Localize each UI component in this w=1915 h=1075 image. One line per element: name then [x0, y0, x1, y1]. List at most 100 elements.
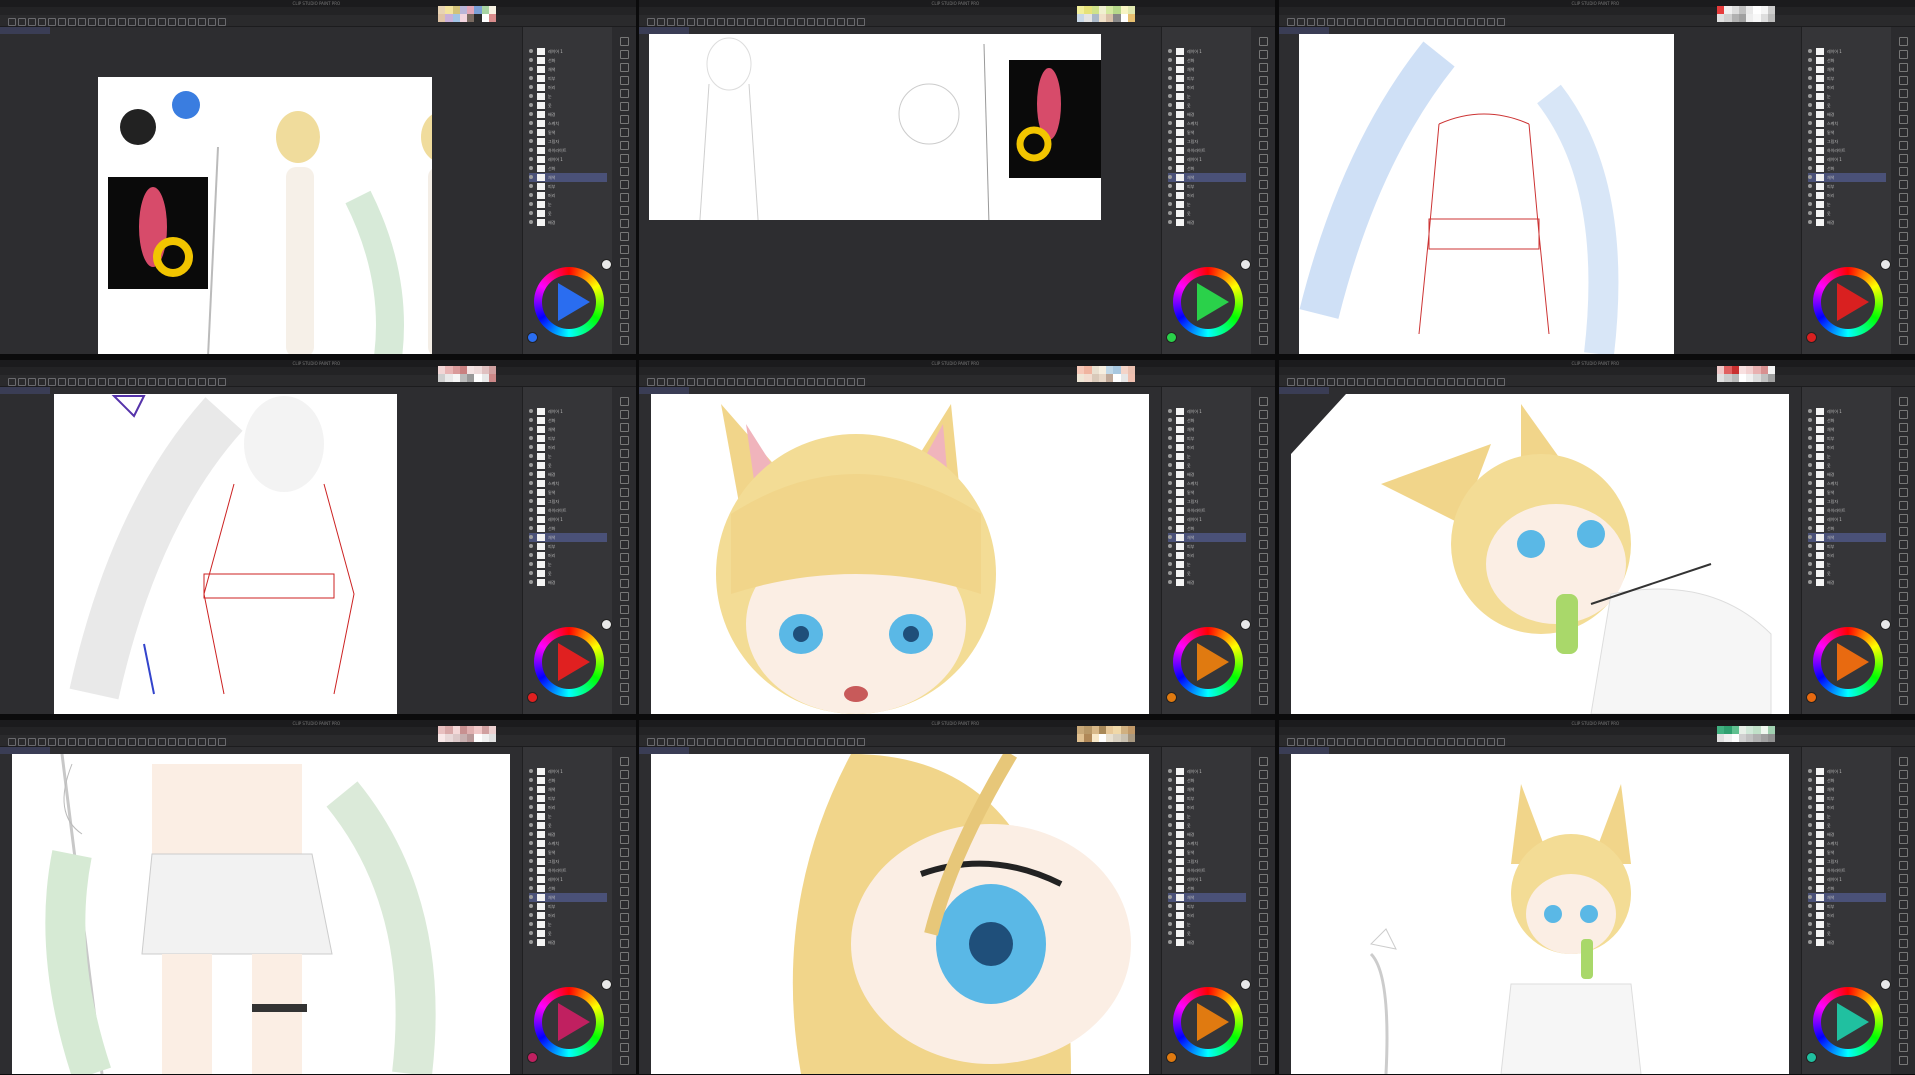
tool-icon[interactable] [1899, 1004, 1908, 1013]
command-icon[interactable] [1397, 18, 1405, 26]
command-icon[interactable] [118, 738, 126, 746]
visibility-eye-icon[interactable] [1808, 499, 1812, 503]
layer-row[interactable]: 선화 [1168, 524, 1246, 533]
command-icon[interactable] [88, 378, 96, 386]
command-icon[interactable] [1487, 18, 1495, 26]
color-swatch[interactable] [1760, 726, 1768, 734]
color-swatch[interactable] [1127, 374, 1135, 382]
layer-row[interactable]: 선화 [1168, 416, 1246, 425]
color-swatch[interactable] [445, 374, 453, 382]
layer-row[interactable]: 옷 [529, 209, 607, 218]
command-icon[interactable] [18, 18, 26, 26]
command-icon[interactable] [1317, 378, 1325, 386]
color-swatch[interactable] [459, 6, 467, 14]
tool-icon[interactable] [620, 939, 629, 948]
command-icon[interactable] [667, 738, 675, 746]
canvas-area[interactable] [639, 750, 1161, 1074]
tool-icon[interactable] [1899, 258, 1908, 267]
color-swatch[interactable] [1746, 6, 1754, 14]
command-icon[interactable] [737, 378, 745, 386]
color-swatch[interactable] [488, 726, 496, 734]
layer-row[interactable]: 배경 [529, 218, 607, 227]
color-set-palette[interactable] [1717, 366, 1775, 382]
layer-row[interactable]: 머리 [1168, 83, 1246, 92]
tool-icon[interactable] [1259, 245, 1268, 254]
command-icon[interactable] [18, 738, 26, 746]
layer-row[interactable]: 스케치 [529, 119, 607, 128]
color-swatch[interactable] [1098, 726, 1106, 734]
command-icon[interactable] [837, 18, 845, 26]
tool-icon[interactable] [1899, 887, 1908, 896]
color-swatch[interactable] [1120, 6, 1128, 14]
color-swatch[interactable] [1724, 6, 1732, 14]
tool-icon[interactable] [620, 76, 629, 85]
visibility-eye-icon[interactable] [1808, 841, 1812, 845]
layer-row[interactable]: 레이어 1 [529, 407, 607, 416]
visibility-eye-icon[interactable] [1808, 463, 1812, 467]
color-swatch[interactable] [1738, 734, 1746, 742]
hue-ring[interactable] [1813, 987, 1883, 1057]
layer-row[interactable]: 옷 [1808, 569, 1886, 578]
hue-ring[interactable] [1813, 627, 1883, 697]
canvas-tab[interactable] [639, 27, 689, 34]
tool-icon[interactable] [620, 50, 629, 59]
tool-icon[interactable] [1899, 822, 1908, 831]
color-swatch[interactable] [1098, 6, 1106, 14]
visibility-eye-icon[interactable] [1168, 463, 1172, 467]
command-icon[interactable] [1317, 738, 1325, 746]
command-icon[interactable] [827, 18, 835, 26]
tool-icon[interactable] [620, 323, 629, 332]
visibility-eye-icon[interactable] [529, 571, 533, 575]
tool-icon[interactable] [1899, 206, 1908, 215]
command-icon[interactable] [28, 18, 36, 26]
color-swatch[interactable] [452, 14, 460, 22]
drawing-canvas[interactable] [98, 77, 465, 354]
visibility-eye-icon[interactable] [529, 454, 533, 458]
color-swatch[interactable] [1084, 14, 1092, 22]
tool-icon[interactable] [1899, 1030, 1908, 1039]
tool-icon[interactable] [620, 670, 629, 679]
visibility-eye-icon[interactable] [1168, 508, 1172, 512]
visibility-eye-icon[interactable] [529, 787, 533, 791]
layer-row[interactable]: 채색 [1808, 425, 1886, 434]
drawing-canvas[interactable] [1299, 34, 1674, 354]
command-icon[interactable] [1327, 18, 1335, 26]
tool-icon[interactable] [1259, 115, 1268, 124]
layer-row[interactable]: 피부 [529, 542, 607, 551]
layer-row[interactable]: 밑색 [529, 848, 607, 857]
command-icon[interactable] [158, 378, 166, 386]
visibility-eye-icon[interactable] [529, 103, 533, 107]
command-icon[interactable] [158, 18, 166, 26]
visibility-eye-icon[interactable] [1808, 544, 1812, 548]
visibility-eye-icon[interactable] [1808, 580, 1812, 584]
canvas-area[interactable] [639, 34, 1161, 354]
tool-icon[interactable] [1899, 527, 1908, 536]
color-swatch[interactable] [1098, 374, 1106, 382]
tool-icon[interactable] [1259, 965, 1268, 974]
main-color-swatch[interactable] [1166, 1052, 1177, 1063]
color-swatch[interactable] [1084, 374, 1092, 382]
tool-icon[interactable] [1899, 809, 1908, 818]
command-icon[interactable] [837, 738, 845, 746]
hue-ring[interactable] [534, 267, 604, 337]
visibility-eye-icon[interactable] [529, 814, 533, 818]
command-icon[interactable] [847, 18, 855, 26]
visibility-eye-icon[interactable] [1808, 904, 1812, 908]
color-swatch[interactable] [1127, 6, 1135, 14]
command-icon[interactable] [158, 738, 166, 746]
visibility-eye-icon[interactable] [1808, 832, 1812, 836]
layer-row[interactable]: 하이라이트 [1808, 506, 1886, 515]
tool-icon[interactable] [1899, 848, 1908, 857]
tool-icon[interactable] [1259, 167, 1268, 176]
visibility-eye-icon[interactable] [529, 508, 533, 512]
tool-icon[interactable] [620, 167, 629, 176]
visibility-eye-icon[interactable] [529, 139, 533, 143]
command-icon[interactable] [28, 738, 36, 746]
layer-row[interactable]: 옷 [1808, 929, 1886, 938]
tool-icon[interactable] [1259, 449, 1268, 458]
tool-icon[interactable] [1259, 410, 1268, 419]
command-icon[interactable] [1327, 378, 1335, 386]
color-swatch[interactable] [1106, 734, 1114, 742]
command-icon[interactable] [48, 378, 56, 386]
visibility-eye-icon[interactable] [529, 517, 533, 521]
